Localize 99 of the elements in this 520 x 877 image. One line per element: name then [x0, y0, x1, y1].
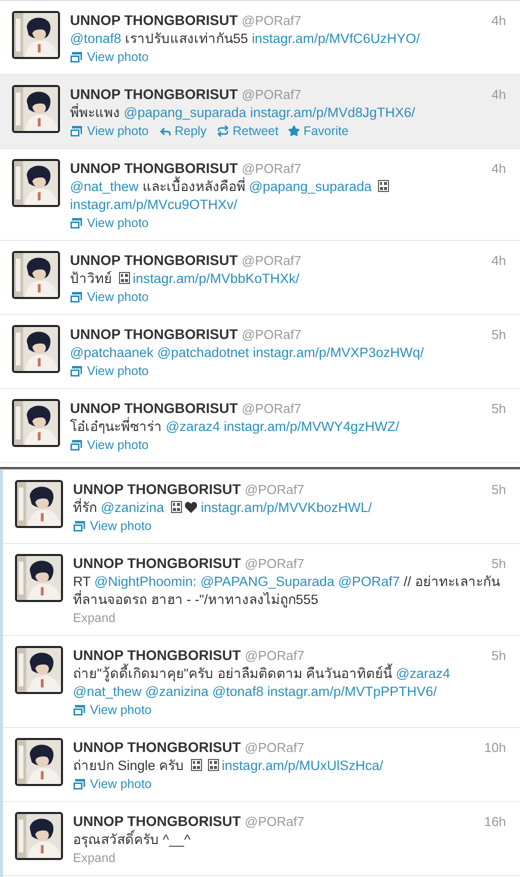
tweet-row[interactable]: UNNOP THONGBORISUT @PORaf7 4h พี่พะแพง @papang_suparada instagr.am/p/MVd8JgTHX6/ View photo Reply Retweet Favorite: [0, 75, 520, 149]
tweet-text: ที่รัก @zanizina instagr.am/p/MVVKbozHWL/: [73, 499, 373, 517]
tweet-text: @nat_thew และเบื้องหลังคือพี่ @papang_suparada instagr.am/p/MVcu9OTHXv/: [70, 178, 506, 214]
user-name[interactable]: UNNOP THONGBORISUT: [70, 325, 238, 343]
user-name[interactable]: UNNOP THONGBORISUT: [73, 646, 241, 664]
user-name[interactable]: UNNOP THONGBORISUT: [70, 85, 238, 103]
user-handle[interactable]: @PORaf7: [242, 86, 302, 104]
mention-link[interactable]: @zanizina: [100, 500, 164, 515]
view-photo-link[interactable]: View photo: [70, 122, 149, 140]
tweet-text: อรุณสวัสดิ์ครับ ^__^: [73, 831, 506, 849]
user-name[interactable]: UNNOP THONGBORISUT: [73, 738, 241, 756]
photo-icon: [73, 704, 85, 716]
tweet-time[interactable]: 4h: [492, 12, 506, 30]
tweet-text: ถ่าย"วู้ดดี้เกิดมาคุย"ครับ อย่าลืมติดตาม คืนวันอาทิตย์นี้ @zaraz4 @nat_thew @zanizina @tonaf8 instagr.am/p/MVTpPPTHV6/: [73, 665, 506, 701]
user-handle[interactable]: @PORaf7: [244, 555, 304, 573]
user-handle[interactable]: @PORaf7: [242, 326, 302, 344]
user-handle[interactable]: @PORaf7: [242, 160, 302, 178]
view-photo-link[interactable]: View photo: [70, 214, 149, 232]
tweet-time[interactable]: 5h: [492, 400, 506, 418]
url-link[interactable]: instagr.am/p/MVVKbozHWL/: [200, 500, 372, 515]
missing-glyph-icon: [118, 272, 130, 284]
mention-link[interactable]: @zaraz4: [396, 666, 450, 681]
mention-link[interactable]: @papang_suparada: [124, 105, 246, 120]
tweet-text: พี่พะแพง @papang_suparada instagr.am/p/MVd8JgTHX6/: [70, 104, 416, 122]
missing-glyph-icon: [190, 759, 202, 771]
photo-icon: [70, 366, 82, 376]
mention-link[interactable]: @zanizina: [145, 684, 209, 699]
star-icon: [288, 125, 300, 137]
url-link[interactable]: instagr.am/p/MVd8JgTHX6/: [250, 105, 416, 120]
mention-link[interactable]: @zaraz4: [166, 419, 220, 434]
tweet-text: @tonaf8 เราปรับแสงเท่ากัน55 instagr.am/p/MVfC6UzHYO/: [70, 30, 421, 48]
retweet-link[interactable]: Retweet: [216, 122, 278, 140]
view-photo-link[interactable]: View photo: [70, 436, 149, 454]
user-handle[interactable]: @PORaf7: [242, 12, 302, 30]
url-link[interactable]: instagr.am/p/MVfC6UzHYO/: [252, 31, 420, 46]
tweet-time[interactable]: 5h: [492, 647, 506, 665]
missing-glyph-icon: [170, 501, 182, 513]
view-photo-link[interactable]: View photo: [73, 517, 152, 535]
mention-link[interactable]: @tonaf8: [70, 31, 122, 46]
user-name[interactable]: UNNOP THONGBORISUT: [70, 251, 238, 269]
retweet-icon: [216, 125, 229, 137]
tweet-time[interactable]: 4h: [492, 252, 506, 270]
user-name[interactable]: UNNOP THONGBORISUT: [70, 11, 238, 29]
tweet-time[interactable]: 10h: [484, 739, 506, 757]
missing-glyph-icon: [378, 180, 390, 192]
favorite-link[interactable]: Favorite: [288, 122, 349, 140]
user-handle[interactable]: @PORaf7: [244, 481, 304, 499]
expand-link[interactable]: Expand: [73, 849, 116, 867]
photo-icon: [70, 440, 82, 450]
user-name[interactable]: UNNOP THONGBORISUT: [70, 399, 238, 417]
view-photo-link[interactable]: View photo: [70, 48, 149, 66]
photo-icon: [70, 218, 82, 228]
tweet-time[interactable]: 5h: [492, 481, 506, 499]
user-name[interactable]: UNNOP THONGBORISUT: [73, 554, 241, 572]
tweet-time[interactable]: 4h: [492, 86, 506, 104]
mention-link[interactable]: @nat_thew: [73, 684, 142, 699]
user-handle[interactable]: @PORaf7: [242, 400, 302, 418]
user-name[interactable]: UNNOP THONGBORISUT: [73, 812, 241, 830]
mention-link[interactable]: @PAPANG_Suparada: [200, 574, 334, 589]
url-link[interactable]: instagr.am/p/MUxUlSzHca/: [222, 758, 384, 773]
user-name[interactable]: UNNOP THONGBORISUT: [70, 159, 238, 177]
url-link[interactable]: instagr.am/p/MVXP3ozHWq/: [252, 345, 424, 360]
mention-link[interactable]: @papang_suparada: [249, 179, 372, 194]
url-link[interactable]: instagr.am/p/MVWY4gzHWZ/: [224, 419, 400, 434]
mention-link[interactable]: @patchaanek: [70, 345, 154, 360]
photo-icon: [73, 520, 85, 532]
mention-link[interactable]: @patchadotnet: [157, 345, 250, 360]
reply-link[interactable]: Reply: [158, 122, 207, 140]
tweet-time[interactable]: 4h: [492, 160, 506, 178]
view-photo-link[interactable]: View photo: [73, 775, 152, 793]
tweet-time[interactable]: 5h: [492, 555, 506, 573]
photo-icon: [70, 292, 82, 302]
missing-glyph-icon: [208, 759, 219, 771]
tweet-text: โอ๋เอ๋ๆนะพี่ซาร่า @zaraz4 instagr.am/p/MVWY4gzHWZ/: [70, 418, 400, 436]
view-photo-link[interactable]: View photo: [70, 362, 149, 380]
tweet-time[interactable]: 16h: [484, 813, 506, 831]
view-photo-link[interactable]: View photo: [70, 288, 149, 306]
mention-link[interactable]: @nat_thew: [70, 179, 138, 194]
mention-link[interactable]: @NightPhoomin:: [94, 574, 197, 589]
photo-icon: [70, 52, 82, 62]
tweet-text: ป้าวิทย์ instagr.am/p/MVbbKoTHXk/: [70, 270, 300, 288]
view-photo-link[interactable]: View photo: [73, 701, 152, 719]
user-handle[interactable]: @PORaf7: [244, 647, 304, 665]
url-link[interactable]: instagr.am/p/MVcu9OTHXv/: [70, 197, 238, 212]
mention-link[interactable]: @tonaf8: [212, 684, 264, 699]
user-handle[interactable]: @PORaf7: [244, 813, 304, 831]
mention-link[interactable]: @PORaf7: [338, 574, 400, 589]
user-name[interactable]: UNNOP THONGBORISUT: [73, 480, 241, 498]
expand-link[interactable]: Expand: [73, 609, 116, 627]
tweet-text: RT @NightPhoomin: @PAPANG_Suparada @PORaf7 // อย่าทะเลาะกัน ที่ลานจอดรถ ฮาฮา - -"/หาทางลงไม่ถูก555: [73, 573, 501, 609]
tweet-time[interactable]: 5h: [492, 326, 506, 344]
user-handle[interactable]: @PORaf7: [242, 252, 302, 270]
url-link[interactable]: instagr.am/p/MVbbKoTHXk/: [132, 271, 300, 286]
user-handle[interactable]: @PORaf7: [244, 739, 304, 757]
tweet-text: ถ่ายปก Single ครับ instagr.am/p/MUxUlSzHca/: [73, 757, 384, 775]
photo-icon: [73, 778, 85, 790]
photo-icon: [70, 126, 82, 136]
heart-icon: [184, 502, 197, 513]
url-link[interactable]: instagr.am/p/MVTpPPTHV6/: [267, 684, 437, 699]
